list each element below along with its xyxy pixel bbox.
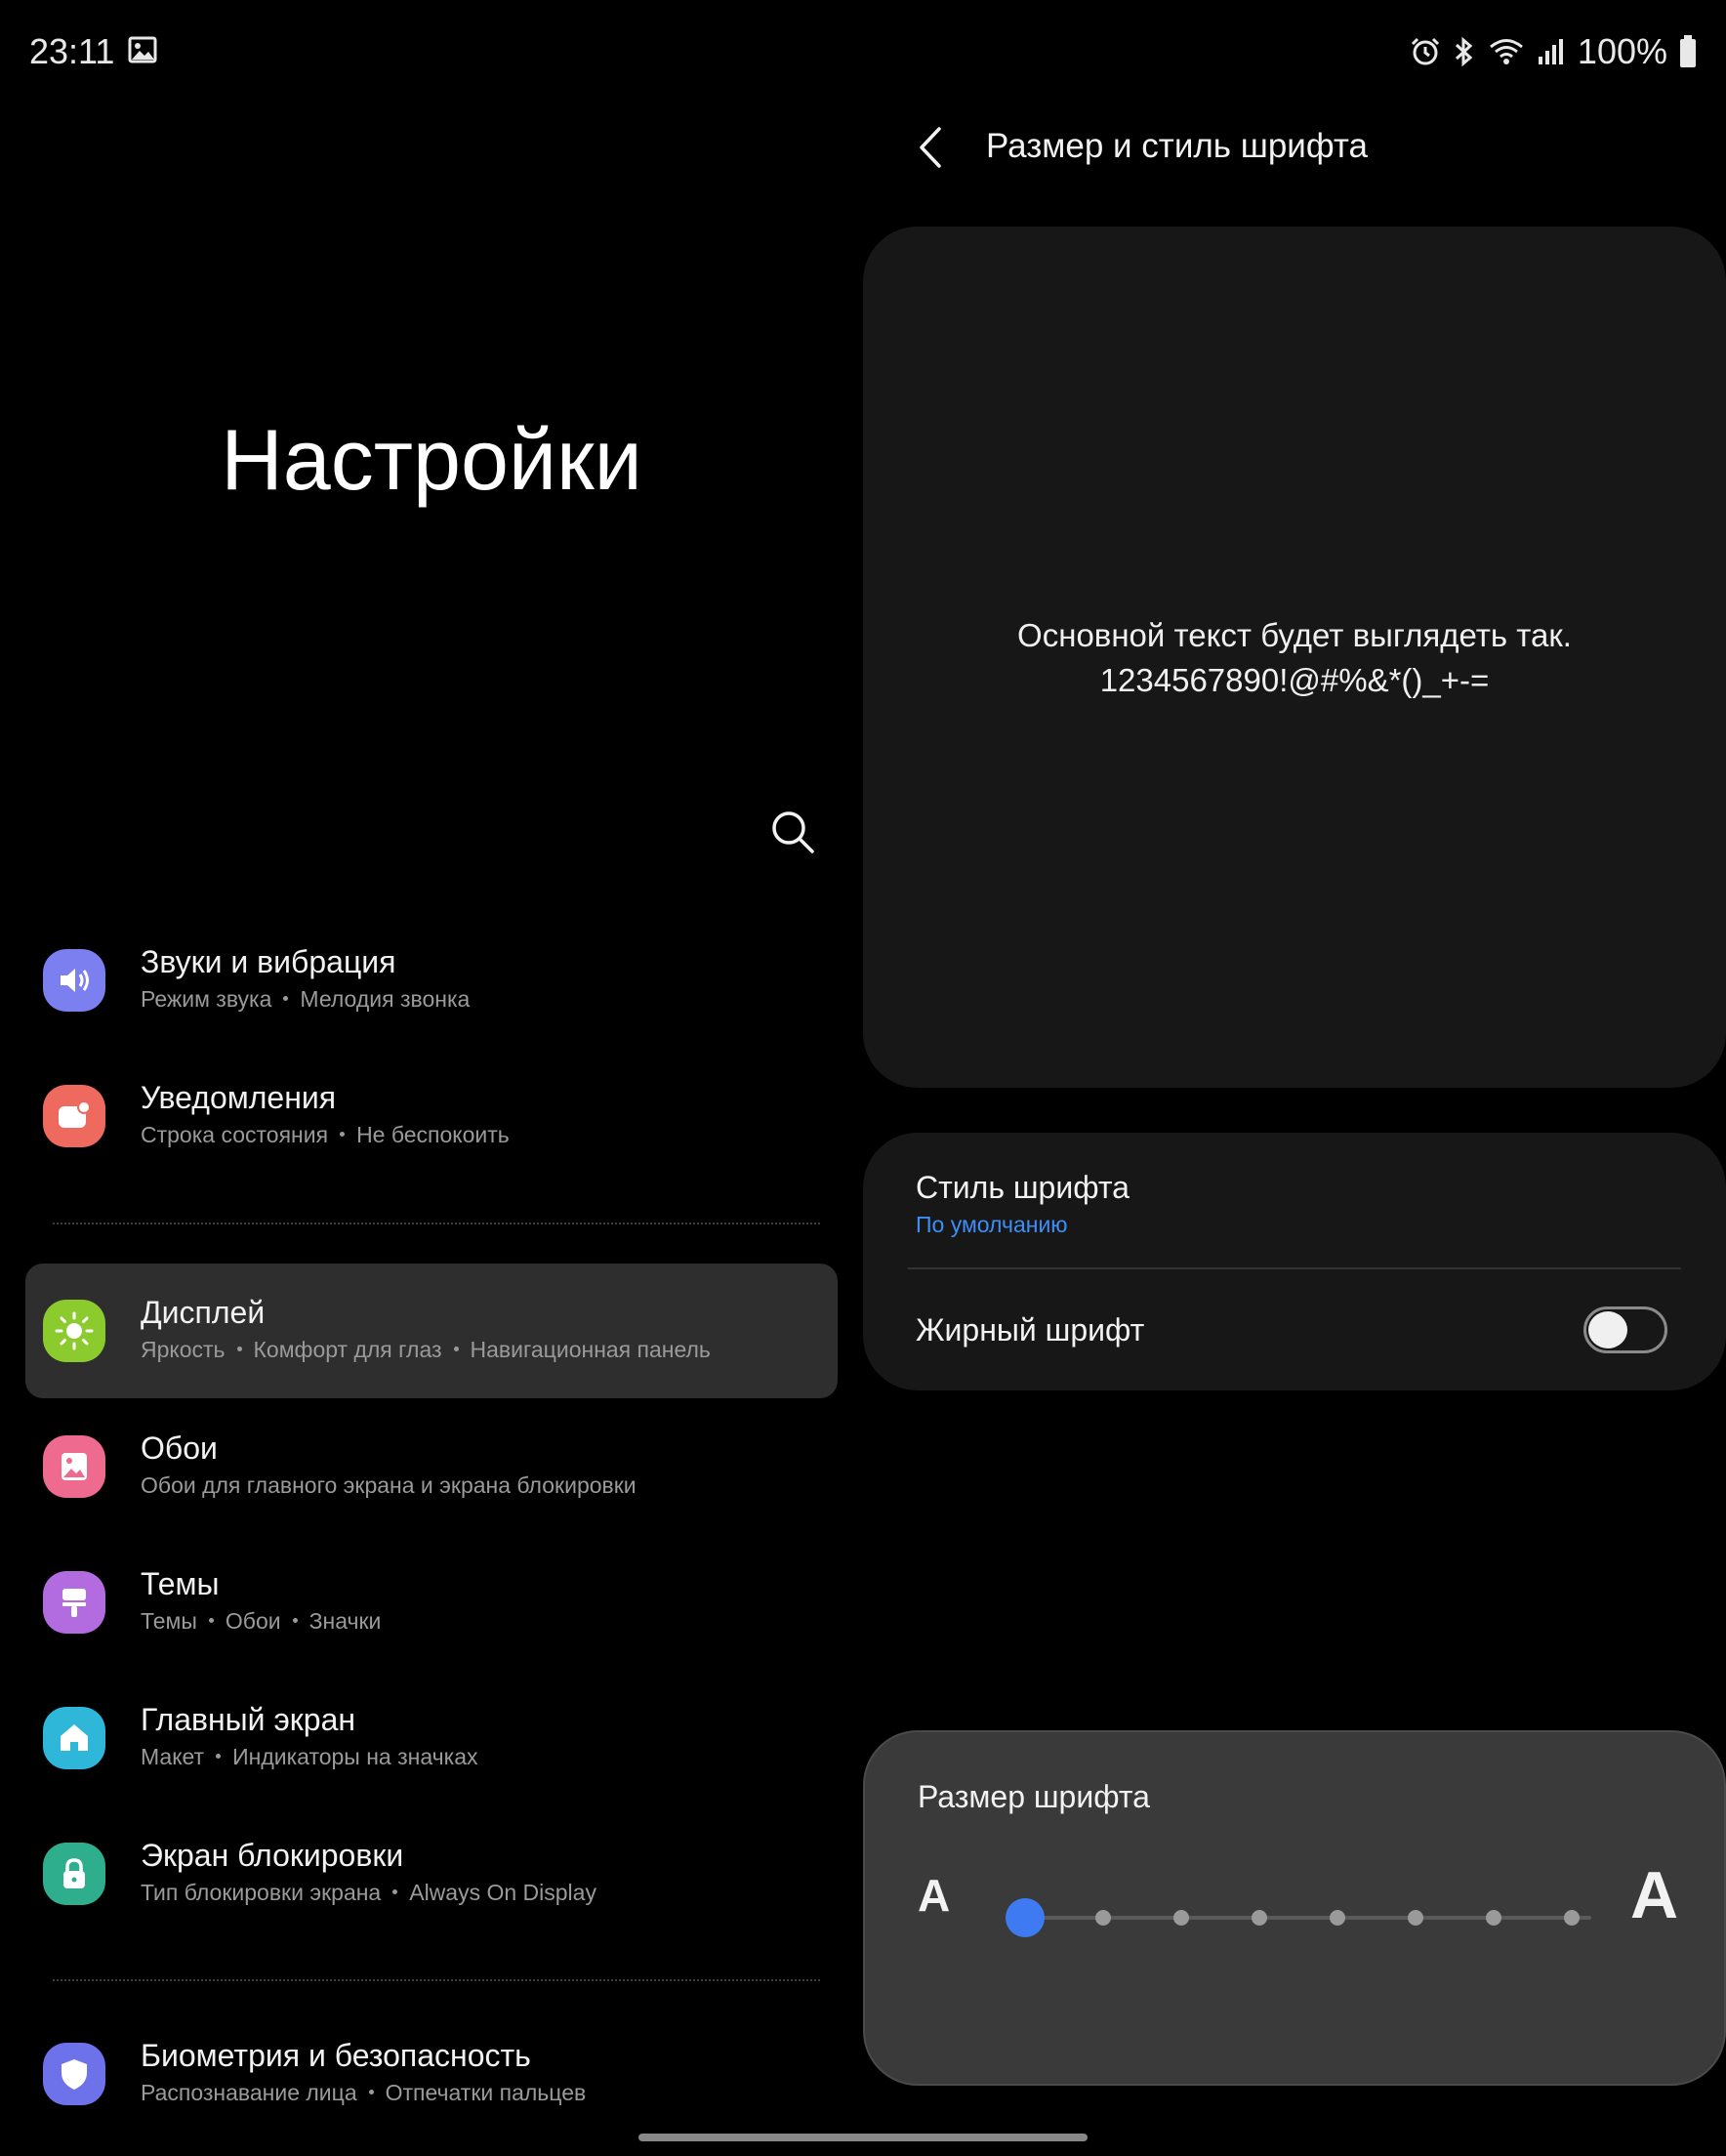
wifi-icon [1488, 36, 1525, 67]
detail-title: Размер и стиль шрифта [986, 127, 1368, 165]
font-style-row[interactable]: Стиль шрифта По умолчанию [916, 1168, 1130, 1240]
font-preview-text: Основной текст будет выглядеть так. 1234… [1017, 617, 1572, 698]
settings-item-title: Уведомления [141, 1080, 337, 1115]
settings-item-title: Темы [141, 1566, 220, 1601]
font-style-label: Стиль шрифта [916, 1170, 1130, 1205]
settings-item-biometrics[interactable]: Биометрия и безопасность Распознавание л… [25, 2007, 838, 2141]
slider-step[interactable] [1252, 1910, 1267, 1926]
settings-item-home-screen[interactable]: Главный экран Макет Индикаторы на значках [25, 1671, 838, 1805]
brush-icon [43, 1571, 105, 1634]
status-bar-right: 100% [1410, 27, 1697, 76]
speaker-icon [43, 949, 105, 1012]
settings-item-sounds[interactable]: Звуки и вибрация Режим звука Мелодия звон… [25, 913, 838, 1048]
slider-step[interactable] [1173, 1910, 1189, 1926]
search-button[interactable] [767, 807, 818, 857]
settings-item-display[interactable]: Дисплей Яркость Комфорт для глаз Навигацио… [25, 1264, 838, 1398]
section-divider [53, 1223, 820, 1224]
settings-item-title: Главный экран [141, 1702, 356, 1737]
settings-item-lock-screen[interactable]: Экран блокировки Тип блокировки экрана Al… [25, 1806, 838, 1941]
slider-step[interactable] [1564, 1910, 1580, 1926]
font-style-value: По умолчанию [916, 1212, 1068, 1237]
battery-icon [1679, 35, 1697, 68]
lock-icon [43, 1843, 105, 1905]
slider-thumb[interactable] [1006, 1898, 1045, 1937]
toggle-knob [1588, 1311, 1627, 1348]
shield-icon [43, 2043, 105, 2105]
settings-item-title: Звуки и вибрация [141, 944, 396, 979]
settings-item-subtitle: Строка состояния Не беспокоить [141, 1122, 510, 1147]
battery-percent: 100% [1577, 31, 1667, 71]
bold-font-toggle[interactable] [1583, 1306, 1667, 1353]
bold-font-label: Жирный шрифт [916, 1312, 1145, 1348]
settings-item-subtitle: Распознавание лица Отпечатки пальцев [141, 2080, 587, 2105]
slider-track [1006, 1916, 1591, 1920]
font-size-large-glyph: A [1630, 1858, 1679, 1932]
chevron-left-icon [920, 127, 941, 168]
settings-item-themes[interactable]: Темы Темы Обои Значки [25, 1535, 838, 1670]
gallery-notification-icon [128, 31, 157, 72]
settings-item-title: Обои [141, 1430, 218, 1466]
settings-item-subtitle: Яркость Комфорт для глаз Навигационная пан… [141, 1337, 711, 1362]
back-button[interactable] [908, 123, 955, 172]
settings-item-title: Дисплей [141, 1295, 266, 1330]
sun-icon [43, 1300, 105, 1362]
section-divider [53, 1979, 820, 1981]
font-size-slider[interactable] [1006, 1898, 1591, 1937]
slider-step[interactable] [1095, 1910, 1111, 1926]
settings-item-subtitle: Макет Индикаторы на значках [141, 1744, 478, 1769]
home-icon [43, 1707, 105, 1769]
card-divider [908, 1267, 1681, 1269]
clock: 23:11 [29, 31, 115, 71]
bluetooth-icon [1453, 36, 1476, 67]
settings-item-wallpaper[interactable]: Обои Обои для главного экрана и экрана б… [25, 1399, 838, 1534]
font-size-panel: Размер шрифта A A [863, 1730, 1726, 2086]
settings-item-subtitle: Обои для главного экрана и экрана блокир… [141, 1472, 637, 1498]
signal-icon [1537, 37, 1566, 66]
page-title: Настройки [221, 411, 642, 508]
settings-item-title: Биометрия и безопасность [141, 2038, 531, 2073]
slider-step[interactable] [1408, 1910, 1423, 1926]
image-icon [43, 1435, 105, 1498]
font-size-label: Размер шрифта [918, 1779, 1150, 1814]
settings-item-subtitle: Режим звука Мелодия звонка [141, 986, 471, 1012]
font-size-small-glyph: A [918, 1870, 951, 1921]
settings-item-subtitle: Темы Обои Значки [141, 1608, 382, 1634]
font-preview-card: Основной текст будет выглядеть так. 1234… [863, 227, 1726, 1088]
settings-item-subtitle: Тип блокировки экрана Always On Display [141, 1880, 596, 1905]
gesture-nav-handle[interactable] [638, 2134, 1088, 2141]
search-icon [772, 811, 814, 853]
alarm-icon [1410, 36, 1441, 67]
settings-item-title: Экран блокировки [141, 1838, 404, 1873]
font-options-card: Стиль шрифта По умолчанию Жирный шрифт [863, 1133, 1726, 1390]
settings-item-notifications[interactable]: Уведомления Строка состояния Не беспокоит… [25, 1049, 838, 1183]
status-bar-left: 23:11 [29, 27, 157, 76]
slider-step[interactable] [1330, 1910, 1345, 1926]
slider-step[interactable] [1486, 1910, 1501, 1926]
notification-icon [43, 1085, 105, 1147]
